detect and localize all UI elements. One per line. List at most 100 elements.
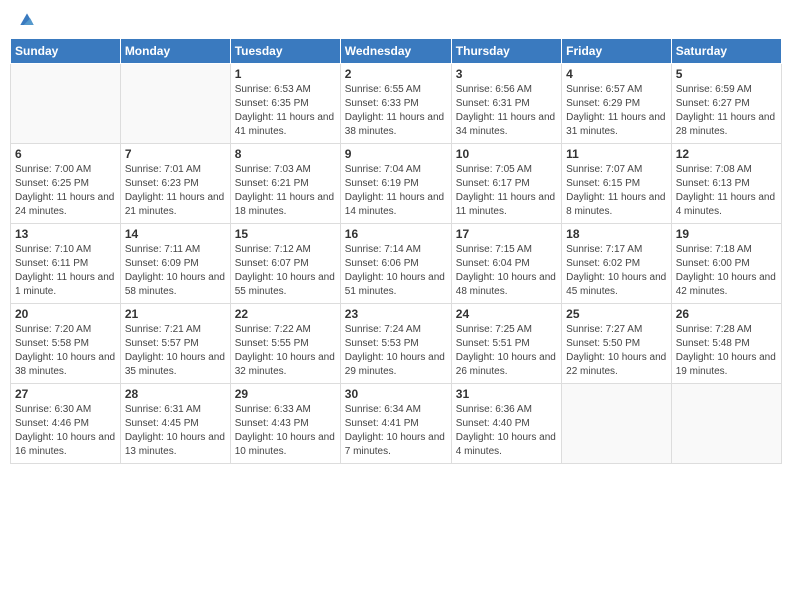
day-info: Sunrise: 7:28 AM Sunset: 5:48 PM Dayligh… — [676, 323, 777, 379]
calendar-cell: 14Sunrise: 7:11 AM Sunset: 6:09 PM Dayli… — [120, 224, 230, 304]
calendar-table: SundayMondayTuesdayWednesdayThursdayFrid… — [10, 38, 782, 464]
calendar-cell: 31 Sunrise: 6:36 AM Sunset: 4:40 PM Dayli… — [451, 384, 561, 464]
day-number: 14 — [125, 227, 226, 241]
day-info: Sunrise: 7:04 AM Sunset: 6:19 PM Dayligh… — [345, 163, 447, 219]
day-number: 22 — [235, 307, 336, 321]
day-number: 30 — [345, 387, 447, 401]
day-number: 24 — [456, 307, 557, 321]
calendar-cell: 15 Sunrise: 7:12 AM Sunset: 6:07 PM Dayli… — [230, 224, 340, 304]
calendar-cell: 5 Sunrise: 6:59 AM Sunset: 6:27 PM Daylig… — [671, 64, 781, 144]
day-header-friday: Friday — [562, 39, 672, 64]
day-info: Sunrise: 7:24 AM Sunset: 5:53 PM Dayligh… — [345, 323, 447, 379]
calendar-week-row: 1Sunrise: 6:53 AM Sunset: 6:35 PM Daylig… — [11, 64, 782, 144]
day-info: Sunrise: 7:08 AM Sunset: 6:13 PM Dayligh… — [676, 163, 777, 219]
day-info: Sunrise: 6:59 AM Sunset: 6:27 PM Dayligh… — [676, 83, 777, 139]
day-number: 13 — [15, 227, 116, 241]
calendar-cell: 6 Sunrise: 7:00 AM Sunset: 6:25 PM Daylig… — [11, 144, 121, 224]
calendar-week-row: 13 Sunrise: 7:10 AM Sunset: 6:11 PM Dayli… — [11, 224, 782, 304]
logo-icon — [17, 10, 37, 30]
calendar-cell: 12 Sunrise: 7:08 AM Sunset: 6:13 PM Dayli… — [671, 144, 781, 224]
calendar-week-row: 27Sunrise: 6:30 AM Sunset: 4:46 PM Dayli… — [11, 384, 782, 464]
logo — [15, 10, 37, 30]
day-header-saturday: Saturday — [671, 39, 781, 64]
day-number: 9 — [345, 147, 447, 161]
day-number: 7 — [125, 147, 226, 161]
calendar-cell: 11Sunrise: 7:07 AM Sunset: 6:15 PM Dayli… — [562, 144, 672, 224]
day-number: 16 — [345, 227, 447, 241]
day-number: 29 — [235, 387, 336, 401]
calendar-cell: 29 Sunrise: 6:33 AM Sunset: 4:43 PM Dayli… — [230, 384, 340, 464]
day-info: Sunrise: 7:01 AM Sunset: 6:23 PM Dayligh… — [125, 163, 226, 219]
calendar-cell — [671, 384, 781, 464]
day-number: 18 — [566, 227, 667, 241]
day-number: 8 — [235, 147, 336, 161]
calendar-week-row: 20 Sunrise: 7:20 AM Sunset: 5:58 PM Dayli… — [11, 304, 782, 384]
day-info: Sunrise: 7:20 AM Sunset: 5:58 PM Dayligh… — [15, 323, 116, 379]
day-info: Sunrise: 6:36 AM Sunset: 4:40 PM Dayligh… — [456, 403, 557, 459]
calendar-cell — [562, 384, 672, 464]
day-number: 23 — [345, 307, 447, 321]
day-number: 15 — [235, 227, 336, 241]
calendar-cell: 26 Sunrise: 7:28 AM Sunset: 5:48 PM Dayli… — [671, 304, 781, 384]
calendar-cell: 23 Sunrise: 7:24 AM Sunset: 5:53 PM Dayli… — [340, 304, 451, 384]
day-info: Sunrise: 7:25 AM Sunset: 5:51 PM Dayligh… — [456, 323, 557, 379]
day-number: 5 — [676, 67, 777, 81]
calendar-cell: 3 Sunrise: 6:56 AM Sunset: 6:31 PM Daylig… — [451, 64, 561, 144]
day-number: 2 — [345, 67, 447, 81]
calendar-cell: 25 Sunrise: 7:27 AM Sunset: 5:50 PM Dayli… — [562, 304, 672, 384]
calendar-cell: 27Sunrise: 6:30 AM Sunset: 4:46 PM Dayli… — [11, 384, 121, 464]
day-number: 25 — [566, 307, 667, 321]
day-number: 4 — [566, 67, 667, 81]
day-number: 31 — [456, 387, 557, 401]
day-info: Sunrise: 7:03 AM Sunset: 6:21 PM Dayligh… — [235, 163, 336, 219]
day-number: 19 — [676, 227, 777, 241]
day-info: Sunrise: 7:21 AM Sunset: 5:57 PM Dayligh… — [125, 323, 226, 379]
day-header-wednesday: Wednesday — [340, 39, 451, 64]
day-info: Sunrise: 6:57 AM Sunset: 6:29 PM Dayligh… — [566, 83, 667, 139]
day-info: Sunrise: 6:33 AM Sunset: 4:43 PM Dayligh… — [235, 403, 336, 459]
calendar-cell: 7 Sunrise: 7:01 AM Sunset: 6:23 PM Daylig… — [120, 144, 230, 224]
day-info: Sunrise: 6:31 AM Sunset: 4:45 PM Dayligh… — [125, 403, 226, 459]
calendar-cell: 24 Sunrise: 7:25 AM Sunset: 5:51 PM Dayli… — [451, 304, 561, 384]
calendar-cell: 21 Sunrise: 7:21 AM Sunset: 5:57 PM Dayli… — [120, 304, 230, 384]
day-info: Sunrise: 7:00 AM Sunset: 6:25 PM Dayligh… — [15, 163, 116, 219]
calendar-cell: 16 Sunrise: 7:14 AM Sunset: 6:06 PM Dayli… — [340, 224, 451, 304]
day-info: Sunrise: 6:55 AM Sunset: 6:33 PM Dayligh… — [345, 83, 447, 139]
calendar-week-row: 6 Sunrise: 7:00 AM Sunset: 6:25 PM Daylig… — [11, 144, 782, 224]
day-info: Sunrise: 7:22 AM Sunset: 5:55 PM Dayligh… — [235, 323, 336, 379]
day-info: Sunrise: 7:14 AM Sunset: 6:06 PM Dayligh… — [345, 243, 447, 299]
day-info: Sunrise: 7:12 AM Sunset: 6:07 PM Dayligh… — [235, 243, 336, 299]
calendar-cell — [120, 64, 230, 144]
calendar-cell — [11, 64, 121, 144]
day-header-monday: Monday — [120, 39, 230, 64]
calendar-cell: 8 Sunrise: 7:03 AM Sunset: 6:21 PM Daylig… — [230, 144, 340, 224]
calendar-header-row: SundayMondayTuesdayWednesdayThursdayFrid… — [11, 39, 782, 64]
day-number: 17 — [456, 227, 557, 241]
calendar-cell: 18Sunrise: 7:17 AM Sunset: 6:02 PM Dayli… — [562, 224, 672, 304]
calendar-cell: 1Sunrise: 6:53 AM Sunset: 6:35 PM Daylig… — [230, 64, 340, 144]
page-header — [10, 10, 782, 30]
calendar-cell: 13 Sunrise: 7:10 AM Sunset: 6:11 PM Dayli… — [11, 224, 121, 304]
calendar-cell: 28Sunrise: 6:31 AM Sunset: 4:45 PM Dayli… — [120, 384, 230, 464]
calendar-cell: 30Sunrise: 6:34 AM Sunset: 4:41 PM Dayli… — [340, 384, 451, 464]
day-number: 6 — [15, 147, 116, 161]
calendar-cell: 2 Sunrise: 6:55 AM Sunset: 6:33 PM Daylig… — [340, 64, 451, 144]
calendar-cell: 19 Sunrise: 7:18 AM Sunset: 6:00 PM Dayli… — [671, 224, 781, 304]
day-number: 3 — [456, 67, 557, 81]
day-number: 26 — [676, 307, 777, 321]
day-info: Sunrise: 7:27 AM Sunset: 5:50 PM Dayligh… — [566, 323, 667, 379]
day-number: 12 — [676, 147, 777, 161]
calendar-cell: 17 Sunrise: 7:15 AM Sunset: 6:04 PM Dayli… — [451, 224, 561, 304]
day-number: 20 — [15, 307, 116, 321]
day-info: Sunrise: 6:53 AM Sunset: 6:35 PM Dayligh… — [235, 83, 336, 139]
day-info: Sunrise: 6:56 AM Sunset: 6:31 PM Dayligh… — [456, 83, 557, 139]
day-info: Sunrise: 7:15 AM Sunset: 6:04 PM Dayligh… — [456, 243, 557, 299]
day-info: Sunrise: 7:07 AM Sunset: 6:15 PM Dayligh… — [566, 163, 667, 219]
calendar-cell: 20 Sunrise: 7:20 AM Sunset: 5:58 PM Dayli… — [11, 304, 121, 384]
day-info: Sunrise: 7:18 AM Sunset: 6:00 PM Dayligh… — [676, 243, 777, 299]
calendar-cell: 22 Sunrise: 7:22 AM Sunset: 5:55 PM Dayli… — [230, 304, 340, 384]
calendar-cell: 9 Sunrise: 7:04 AM Sunset: 6:19 PM Daylig… — [340, 144, 451, 224]
day-number: 21 — [125, 307, 226, 321]
day-info: Sunrise: 7:10 AM Sunset: 6:11 PM Dayligh… — [15, 243, 116, 299]
day-number: 10 — [456, 147, 557, 161]
